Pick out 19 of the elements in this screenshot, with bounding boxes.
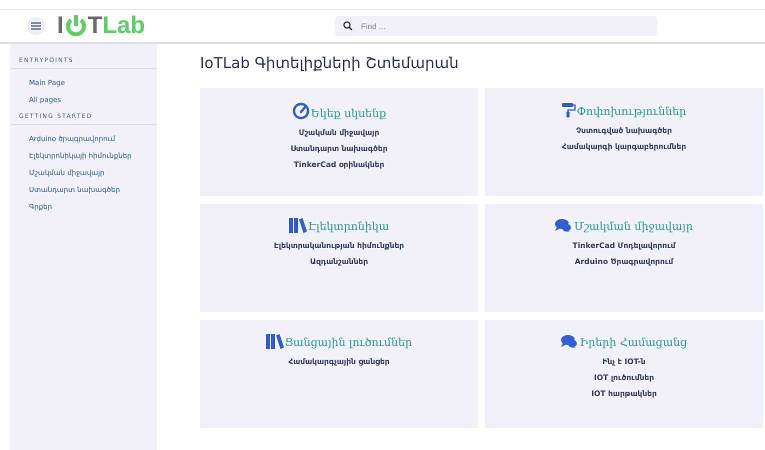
card-title[interactable]: Մշակման միջավայր [574,220,693,233]
card-title[interactable]: Փոփոխություններ [576,105,686,118]
comments-icon [560,334,579,349]
gauge-icon [292,102,310,120]
page-title: IoTLab Գիտելիքների Շտեմարան [200,54,460,72]
card-title[interactable]: Ցանցային լուծումներ [284,336,412,349]
search-icon [343,21,354,31]
logo-text[interactable]: TLab [88,14,146,38]
search-field[interactable]: Find ... [335,16,658,36]
paint-roller-icon [562,102,576,118]
card-title[interactable]: Եկեք սկսենք [310,107,386,120]
menu-button[interactable] [27,17,45,35]
menu-icon [31,22,41,30]
books-icon [288,218,307,233]
logo-text[interactable]: I [57,14,64,38]
card-title[interactable]: Էլեկտրոնիկա [308,220,390,233]
comments-icon [555,218,574,233]
books-icon [266,334,284,349]
card-title[interactable]: Իրերի Համացանց [580,336,688,349]
